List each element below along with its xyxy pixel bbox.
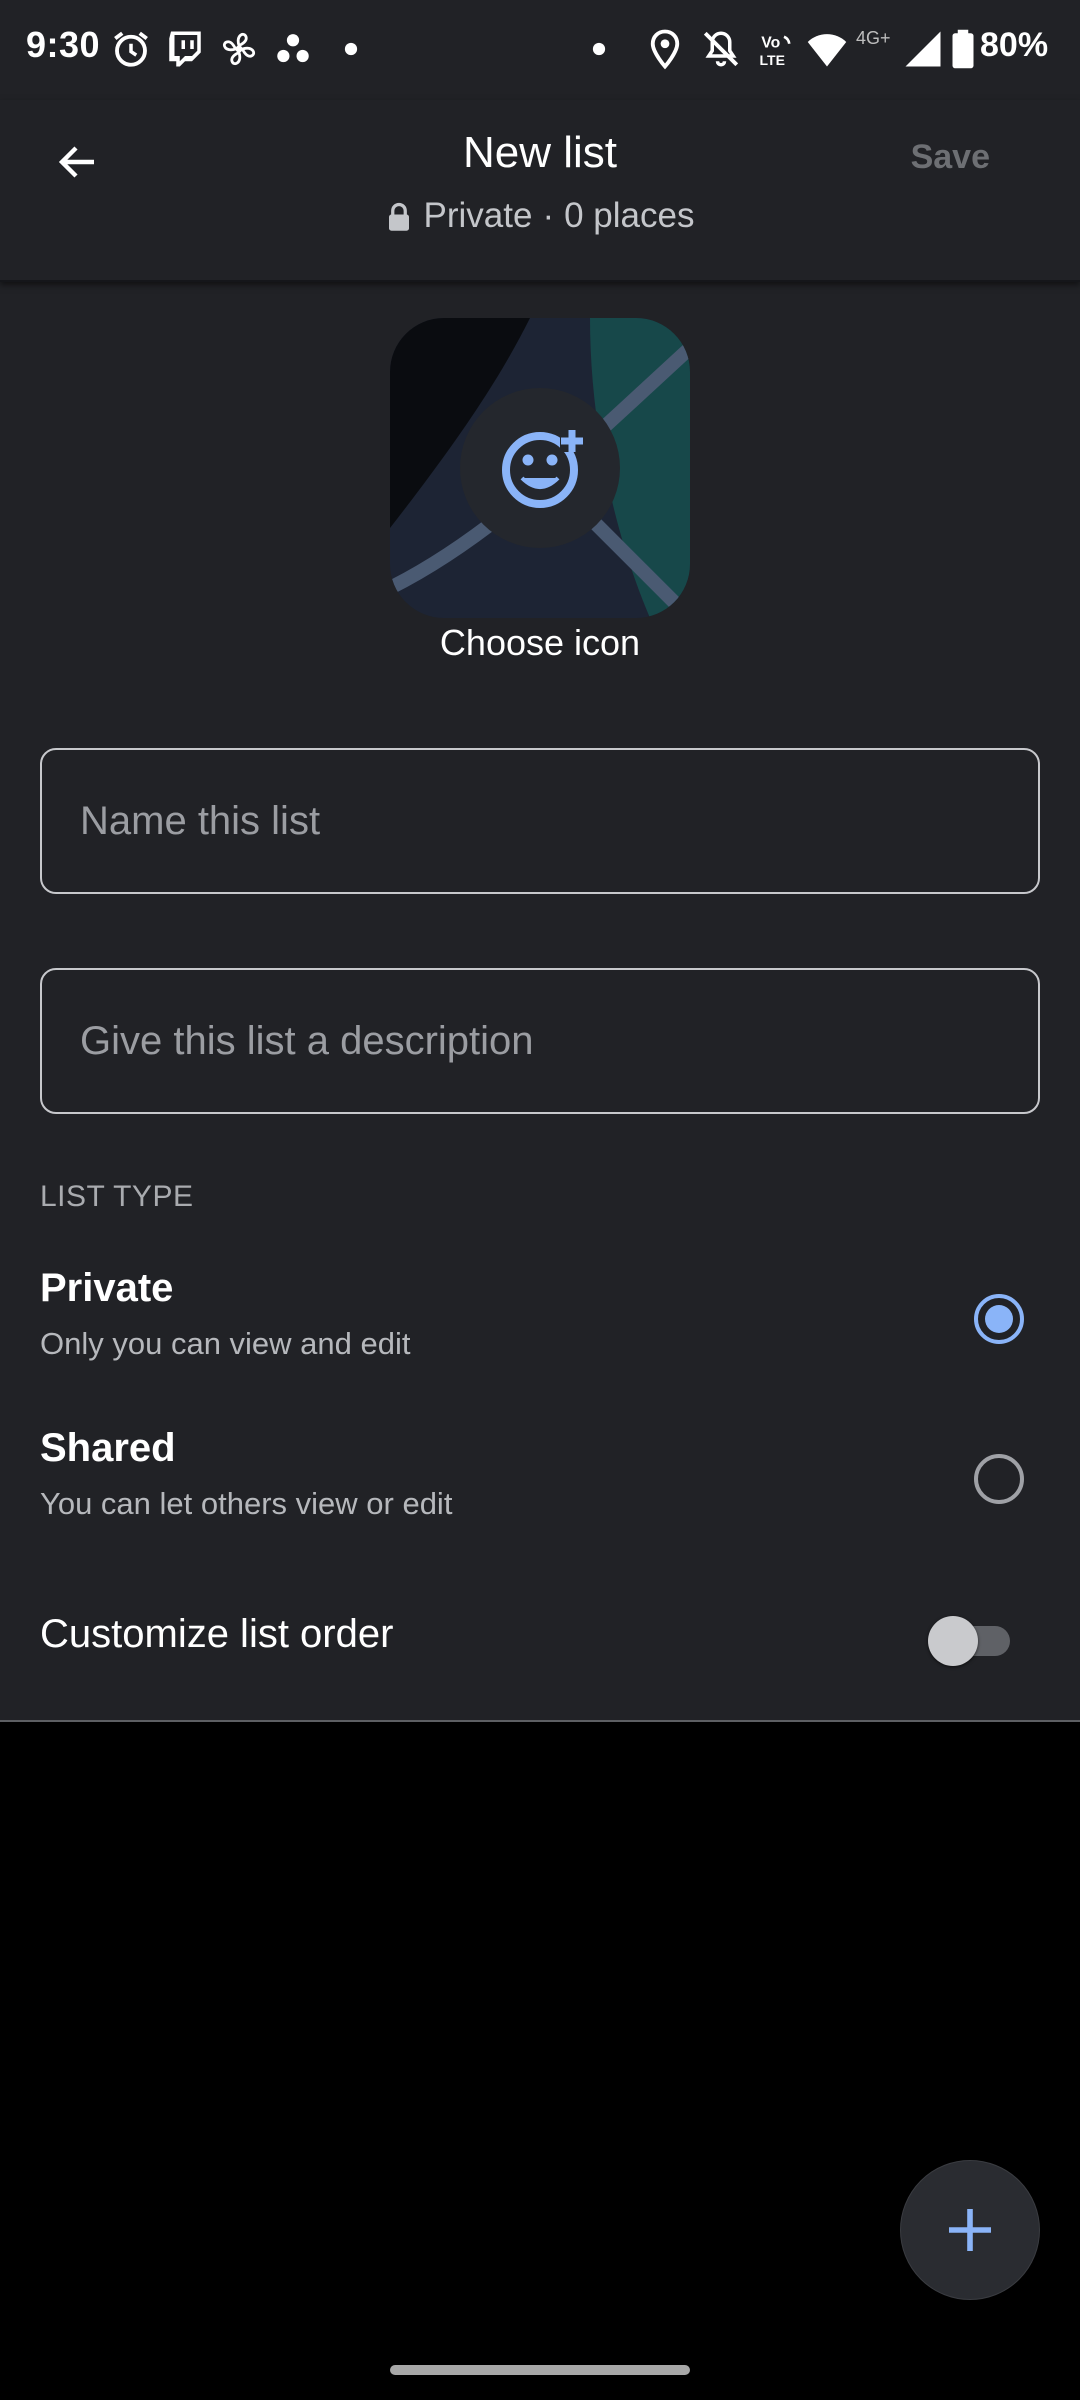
list-description-input[interactable] bbox=[42, 970, 1038, 1112]
save-button[interactable]: Save bbox=[911, 138, 990, 177]
list-type-shared-option[interactable]: Shared You can let others view or edit bbox=[0, 1426, 1080, 1556]
choose-icon-button[interactable] bbox=[390, 318, 690, 618]
option-title: Private bbox=[40, 1266, 174, 1310]
volte-icon: Vo LTE bbox=[756, 28, 798, 70]
signal-icon bbox=[902, 28, 944, 70]
app-header: New list Private · 0 places Save bbox=[0, 100, 1080, 282]
notification-dot-icon bbox=[578, 28, 620, 70]
privacy-label: Private bbox=[423, 196, 533, 235]
choose-icon-label: Choose icon bbox=[439, 622, 641, 663]
customize-order-toggle[interactable] bbox=[928, 1614, 1014, 1666]
status-bar: 9:30 Vo LTE 4G+ 80% bbox=[0, 0, 1080, 100]
list-name-field bbox=[40, 748, 1040, 894]
battery-percent: 80% bbox=[980, 26, 1049, 64]
option-description: You can let others view or edit bbox=[40, 1486, 453, 1521]
add-button[interactable] bbox=[900, 2160, 1040, 2300]
list-type-private-option[interactable]: Private Only you can view and edit bbox=[0, 1266, 1080, 1396]
shared-radio[interactable] bbox=[974, 1454, 1024, 1504]
fan-icon bbox=[218, 28, 260, 70]
svg-text:LTE: LTE bbox=[760, 52, 785, 68]
notification-dot-icon bbox=[330, 28, 372, 70]
home-indicator[interactable] bbox=[390, 2365, 690, 2375]
status-time: 9:30 bbox=[26, 24, 101, 65]
list-name-input[interactable] bbox=[42, 750, 1038, 892]
alarm-icon bbox=[110, 28, 152, 70]
lock-icon bbox=[386, 201, 412, 231]
svg-text:Vo: Vo bbox=[761, 34, 780, 51]
list-type-heading: LIST TYPE bbox=[40, 1180, 194, 1213]
list-description-field bbox=[40, 968, 1040, 1114]
list-subtitle: Private · 0 places bbox=[0, 196, 1080, 236]
twitch-icon bbox=[164, 28, 206, 70]
places-count: 0 places bbox=[564, 196, 695, 235]
location-icon bbox=[644, 28, 686, 70]
plus-icon bbox=[949, 2209, 991, 2251]
private-radio[interactable] bbox=[974, 1294, 1024, 1344]
main-panel: 9:30 Vo LTE 4G+ 80% New list Private · 0… bbox=[0, 0, 1080, 1722]
network-type: 4G+ bbox=[856, 28, 891, 48]
option-description: Only you can view and edit bbox=[40, 1326, 411, 1361]
subtitle-separator: · bbox=[542, 196, 555, 235]
battery-icon bbox=[948, 28, 978, 70]
bell-off-icon bbox=[700, 28, 742, 70]
screen: 9:30 Vo LTE 4G+ 80% New list Private · 0… bbox=[0, 0, 1080, 2400]
dots-icon bbox=[272, 28, 314, 70]
map-thumbnail bbox=[390, 318, 690, 618]
customize-order-label: Customize list order bbox=[40, 1612, 394, 1656]
toggle-thumb bbox=[928, 1616, 978, 1666]
wifi-icon bbox=[806, 28, 848, 70]
option-title: Shared bbox=[40, 1426, 176, 1470]
